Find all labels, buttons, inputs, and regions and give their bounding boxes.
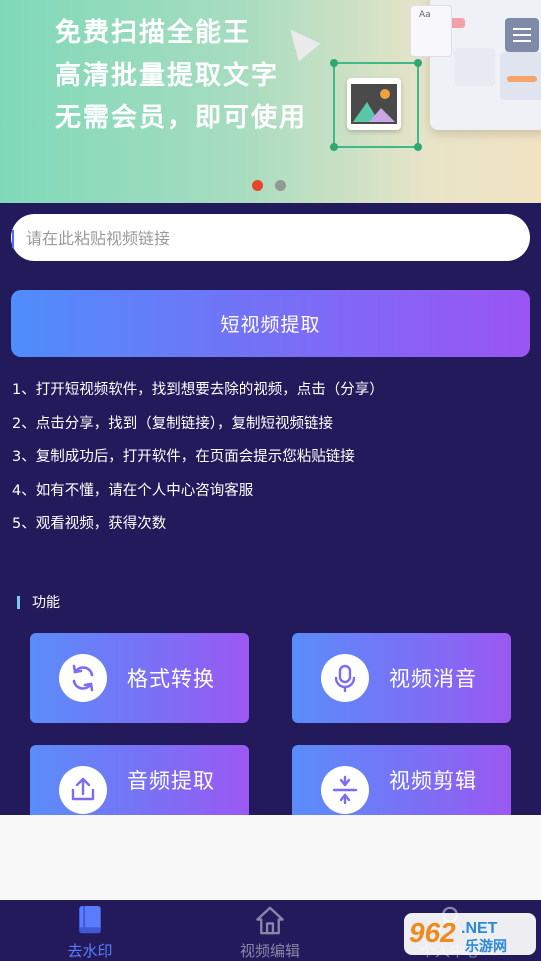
nav-label: 去水印 bbox=[67, 942, 113, 960]
carousel-dot-active[interactable] bbox=[252, 180, 263, 191]
features-section-title: 功能 bbox=[17, 592, 60, 612]
video-mute-label: 视频消音 bbox=[389, 667, 477, 691]
audio-extract-label: 音频提取 bbox=[127, 769, 215, 793]
video-edit-button[interactable]: 视频剪辑 bbox=[292, 745, 511, 815]
video-link-input[interactable] bbox=[24, 214, 508, 263]
site-watermark-logo: 962 .NET 乐游网 bbox=[403, 911, 537, 957]
format-convert-button[interactable]: 格式转换 bbox=[30, 633, 249, 723]
promo-banner[interactable]: 免费扫描全能王 高清批量提取文字 无需会员，即可使用 Aa bbox=[0, 0, 541, 203]
image-placeholder-icon bbox=[330, 59, 422, 151]
format-convert-label: 格式转换 bbox=[127, 667, 215, 691]
microphone-icon bbox=[321, 654, 369, 702]
banner-line-3: 无需会员，即可使用 bbox=[55, 103, 308, 133]
refresh-icon bbox=[59, 654, 107, 702]
audio-extract-button[interactable]: 音频提取 bbox=[30, 745, 249, 815]
carousel-dot[interactable] bbox=[275, 180, 286, 191]
nav-tab-watermark-remove[interactable]: 去水印 bbox=[30, 900, 150, 961]
instruction-item: 1、打开短视频软件，找到想要去除的视频，点击（分享） bbox=[12, 382, 384, 398]
extract-video-button[interactable]: 短视频提取 bbox=[11, 290, 530, 357]
instruction-item: 3、复制成功后，打开软件，在页面会提示您粘贴链接 bbox=[12, 449, 355, 465]
instruction-item: 4、如有不懂，请在个人中心咨询客服 bbox=[12, 482, 254, 499]
upload-icon bbox=[59, 766, 107, 814]
home-icon bbox=[256, 906, 284, 935]
video-mute-button[interactable]: 视频消音 bbox=[292, 633, 511, 723]
section-marker bbox=[17, 595, 20, 609]
features-title-label: 功能 bbox=[32, 595, 60, 611]
compress-icon bbox=[321, 766, 369, 814]
cursor-icon bbox=[279, 20, 321, 62]
instruction-item: 5、观看视频，获得次数 bbox=[12, 516, 167, 532]
banner-line-2: 高清批量提取文字 bbox=[55, 61, 280, 91]
instructions-list: 1、打开短视频软件，找到想要去除的视频，点击（分享） 2、点击分享，找到（复制链… bbox=[12, 380, 384, 548]
text-caret bbox=[12, 230, 14, 248]
link-input-container[interactable] bbox=[11, 214, 530, 263]
watermark-domain: .NET bbox=[461, 920, 498, 937]
watermark-site-name: 乐游网 bbox=[465, 938, 507, 955]
nav-tab-video-edit[interactable]: 视频编辑 bbox=[210, 900, 330, 961]
watermark-number: 962 bbox=[409, 917, 456, 948]
monitor-illustration-icon: Aa bbox=[410, 0, 541, 130]
instruction-item: 2、点击分享，找到（复制链接），复制短视频链接 bbox=[12, 415, 333, 432]
book-icon bbox=[79, 905, 101, 934]
nav-label: 视频编辑 bbox=[239, 942, 300, 960]
carousel-indicator bbox=[252, 180, 286, 191]
content-overlay bbox=[0, 815, 541, 900]
video-edit-label: 视频剪辑 bbox=[389, 769, 477, 793]
banner-line-1: 免费扫描全能王 bbox=[55, 18, 252, 48]
